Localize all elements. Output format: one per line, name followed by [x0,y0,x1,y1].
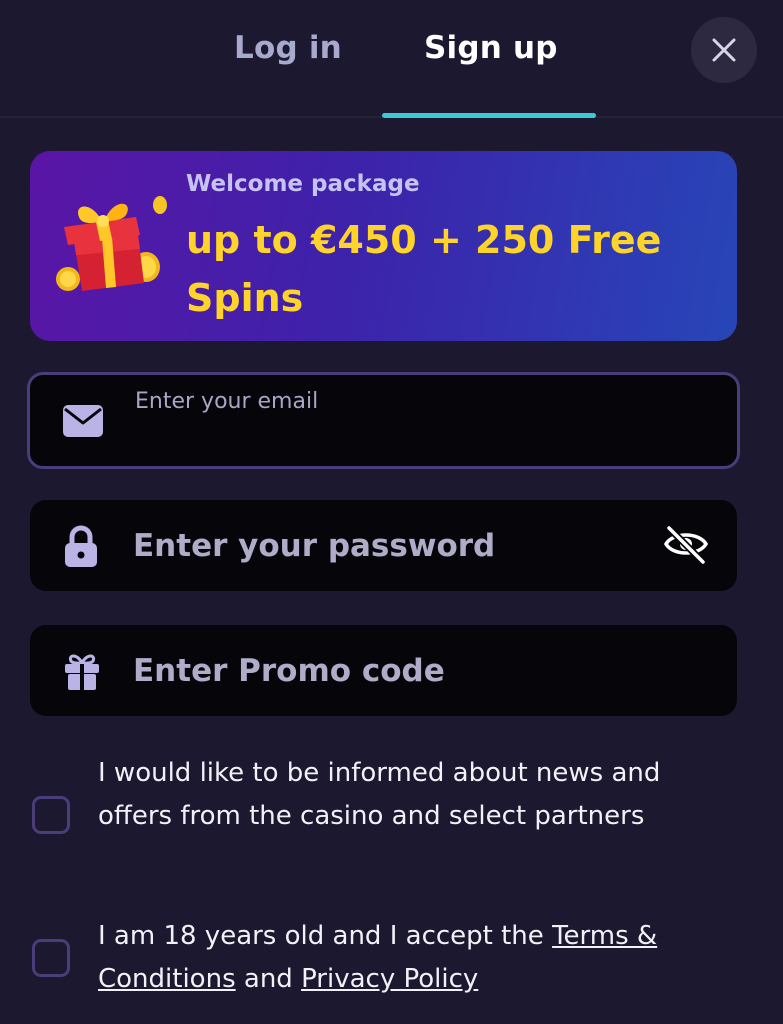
promo-code-field[interactable] [30,625,737,716]
banner-title: up to €450 + 250 Free Spins [186,218,662,320]
toggle-password-visibility-button[interactable] [663,524,709,568]
age-consent-label: I am 18 years old and I accept the Terms… [98,915,738,1001]
news-consent-checkbox[interactable] [32,796,70,834]
news-consent-row: I would like to be informed about news a… [30,752,750,882]
password-field[interactable] [30,500,737,591]
and-text: and [235,964,302,994]
close-button[interactable] [691,17,757,83]
age-consent-row: I am 18 years old and I accept the Terms… [30,915,750,1005]
password-input[interactable] [133,526,653,566]
age-consent-text: I am 18 years old and I accept the [98,921,553,951]
close-icon [712,38,736,62]
active-tab-indicator [382,113,596,118]
privacy-policy-link[interactable]: Privacy Policy [301,964,478,994]
age-consent-checkbox[interactable] [32,939,70,977]
email-input[interactable] [135,423,695,455]
promo-code-input[interactable] [133,651,653,691]
email-field[interactable]: Enter your email [27,372,740,469]
signup-modal: Log in Sign up Welcome package up to €45… [0,0,783,1024]
welcome-banner: Welcome package up to €450 + 250 Free Sp… [30,151,737,341]
lock-icon [63,524,99,568]
tab-login[interactable]: Log in [234,30,342,66]
tab-signup[interactable]: Sign up [424,30,558,66]
gift-box-coins-icon [56,196,167,291]
news-consent-label: I would like to be informed about news a… [98,758,661,831]
banner-subtitle: Welcome package [186,171,420,197]
gift-icon [63,651,101,691]
email-label: Enter your email [135,389,319,414]
envelope-icon [62,404,104,438]
eye-off-icon [663,525,709,564]
auth-tabs: Log in Sign up [0,0,783,118]
